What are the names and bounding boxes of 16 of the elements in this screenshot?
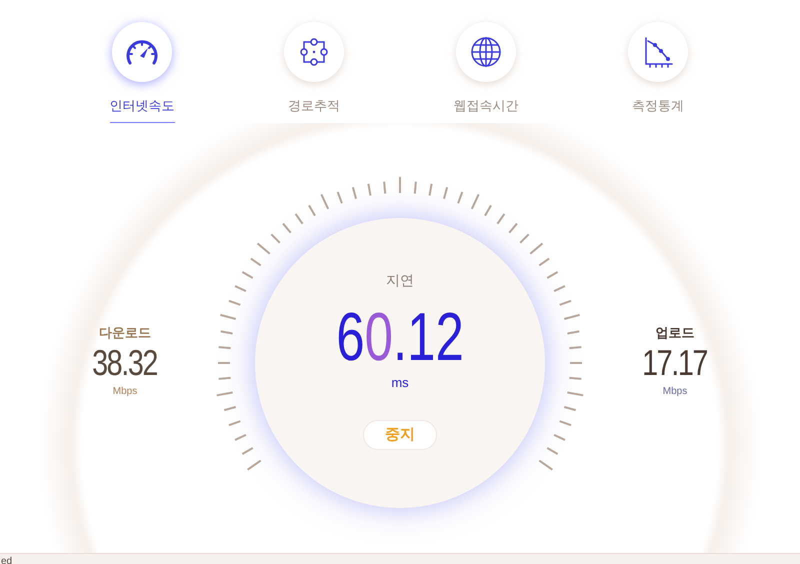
tab[interactable]: 경로추적	[284, 22, 344, 122]
globe-icon	[469, 35, 503, 69]
status-text: ed	[0, 554, 12, 564]
tab[interactable]: 측정통계	[628, 22, 688, 122]
tab[interactable]: 웹접속시간	[456, 22, 516, 122]
latency-unit: ms	[391, 374, 409, 392]
download-unit: Mbps	[112, 385, 138, 399]
latency-value: 60.12	[336, 300, 464, 372]
download-value: 38.32	[92, 342, 158, 384]
download-label: 다운로드	[99, 324, 151, 342]
latency-label: 지연	[386, 270, 414, 290]
upload-value: 17.17	[642, 342, 708, 384]
stop-button[interactable]: 중지	[363, 420, 437, 450]
upload-label: 업로드	[656, 324, 694, 342]
upload-unit: Mbps	[662, 385, 688, 399]
tab[interactable]: 인터넷속도	[112, 22, 172, 122]
